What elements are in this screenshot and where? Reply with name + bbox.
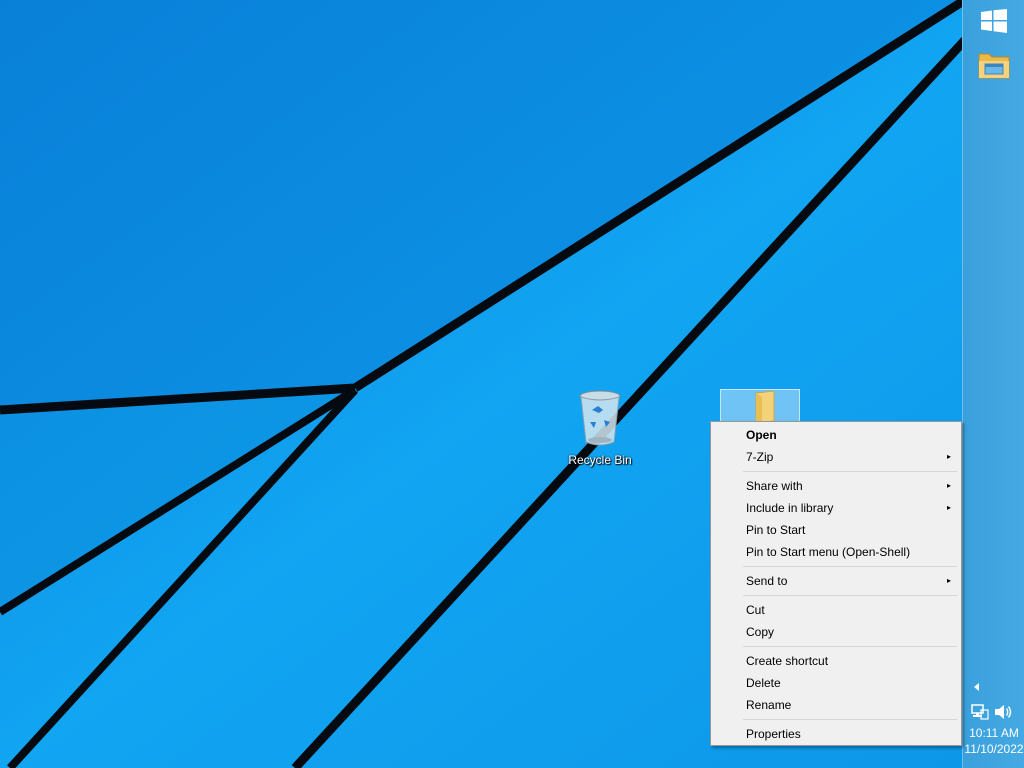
menu-separator	[713, 468, 959, 475]
menu-item-label: Create shortcut	[746, 654, 829, 668]
menu-item-label: Open	[746, 428, 777, 442]
menu-separator	[713, 563, 959, 570]
menu-item-label: Share with	[746, 479, 803, 493]
menu-item-label: 7-Zip	[746, 450, 774, 464]
taskbar: 10:11 AM 11/10/2022	[962, 0, 1024, 768]
menu-item-rename[interactable]: Rename	[713, 694, 959, 716]
menu-item-7-zip[interactable]: 7-Zip ▸	[713, 446, 959, 468]
menu-item-include-in-library[interactable]: Include in library ▸	[713, 497, 959, 519]
menu-item-label: Include in library	[746, 501, 834, 515]
menu-item-cut[interactable]: Cut	[713, 599, 959, 621]
submenu-arrow-icon: ▸	[946, 481, 951, 490]
context-menu: Open 7-Zip ▸ Share with ▸ Include in library ▸…	[710, 421, 962, 746]
submenu-arrow-icon: ▸	[946, 503, 951, 512]
speaker-icon[interactable]	[993, 703, 1013, 721]
start-button[interactable]	[963, 4, 1024, 38]
recycle-bin-icon	[579, 390, 621, 446]
menu-item-label: Send to	[746, 574, 788, 588]
menu-separator	[713, 643, 959, 650]
clock-time: 10:11 AM	[969, 726, 1019, 740]
menu-item-label: Delete	[746, 676, 781, 690]
menu-separator	[713, 716, 959, 723]
submenu-arrow-icon: ▸	[946, 576, 951, 585]
menu-item-send-to[interactable]: Send to ▸	[713, 570, 959, 592]
menu-item-label: Properties	[746, 727, 801, 741]
menu-item-label: Pin to Start	[746, 523, 806, 537]
taskbar-clock[interactable]: 10:11 AM 11/10/2022	[963, 725, 1024, 757]
chevron-left-icon[interactable]	[971, 680, 983, 694]
menu-item-copy[interactable]: Copy	[713, 621, 959, 643]
menu-item-properties[interactable]: Properties	[713, 723, 959, 745]
menu-item-delete[interactable]: Delete	[713, 672, 959, 694]
menu-item-create-shortcut[interactable]: Create shortcut	[713, 650, 959, 672]
menu-separator	[713, 592, 959, 599]
menu-item-label: Copy	[746, 625, 775, 639]
menu-item-label: Pin to Start menu (Open-Shell)	[746, 545, 911, 559]
file-explorer-icon	[978, 53, 1010, 79]
windows-logo-icon	[981, 9, 1007, 33]
file-explorer-taskbar-button[interactable]	[963, 44, 1024, 86]
recycle-bin-label: Recycle Bin	[568, 453, 632, 467]
menu-item-label: Rename	[746, 698, 792, 712]
menu-item-label: Cut	[746, 603, 765, 617]
network-icon[interactable]	[971, 703, 989, 721]
selected-folder-desktop-icon[interactable]	[720, 389, 800, 424]
menu-item-pin-to-start[interactable]: Pin to Start	[713, 519, 959, 541]
menu-item-pin-to-start-menu-open-shell[interactable]: Pin to Start menu (Open-Shell)	[713, 541, 959, 563]
folder-icon	[755, 390, 775, 424]
recycle-bin-desktop-icon[interactable]: Recycle Bin	[560, 388, 640, 467]
clock-date: 11/10/2022	[964, 742, 1024, 756]
menu-item-share-with[interactable]: Share with ▸	[713, 475, 959, 497]
menu-item-open[interactable]: Open	[713, 424, 959, 446]
submenu-arrow-icon: ▸	[946, 452, 951, 461]
